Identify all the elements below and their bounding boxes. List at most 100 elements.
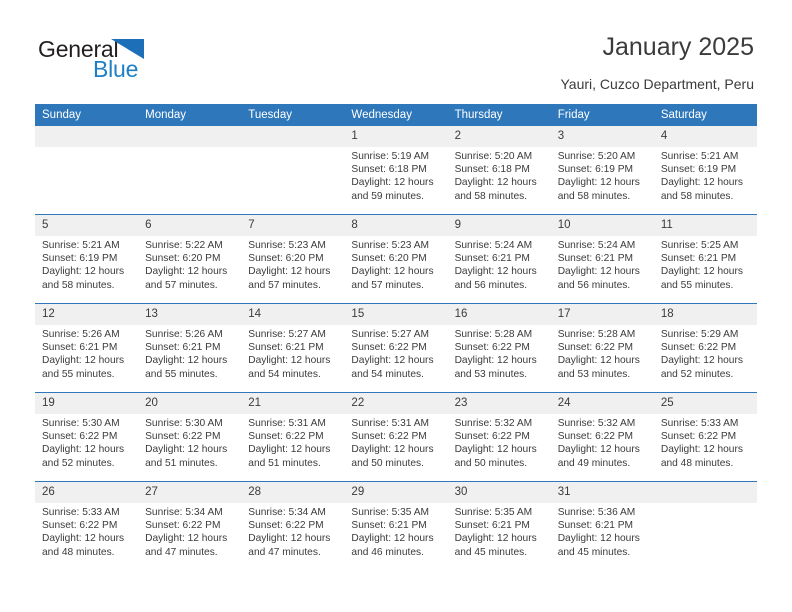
day-cell-inner: 12 Sunrise: 5:26 AM Sunset: 6:21 PM Dayligh…: [35, 304, 139, 392]
calendar-day-cell[interactable]: 6 Sunrise: 5:22 AM Sunset: 6:20 PM Daylight…: [138, 214, 242, 304]
sun-info: Sunrise: 5:30 AM Sunset: 6:22 PM Daylight:…: [138, 414, 241, 470]
sunrise-time: Sunrise: 5:20 AM: [454, 151, 533, 162]
calendar-day-cell[interactable]: 7 Sunrise: 5:23 AM Sunset: 6:20 PM Daylight…: [241, 214, 345, 304]
daylight-line-1: Daylight: 12 hours: [248, 355, 331, 367]
sun-info: Sunrise: 5:21 AM Sunset: 6:19 PM Daylight:…: [654, 147, 757, 203]
day-number: 26: [35, 482, 139, 503]
sunset-time: Sunset: 6:22 PM: [454, 431, 530, 443]
day-number: [653, 482, 757, 503]
calendar-day-cell[interactable]: 29 Sunrise: 5:35 AM Sunset: 6:21 PM Dayligh…: [344, 481, 448, 570]
calendar-day-cell[interactable]: 23 Sunrise: 5:32 AM Sunset: 6:22 PM Dayligh…: [447, 392, 551, 482]
daylight-line-2: and 50 minutes.: [351, 457, 424, 469]
calendar-day-cell[interactable]: 30 Sunrise: 5:35 AM Sunset: 6:21 PM Dayligh…: [447, 481, 551, 570]
sunrise-time: Sunrise: 5:34 AM: [145, 507, 223, 518]
sunset-time: Sunset: 6:22 PM: [660, 342, 737, 354]
general-blue-logo[interactable]: General Blue: [38, 36, 168, 84]
sunrise-time: Sunrise: 5:31 AM: [351, 418, 430, 429]
calendar-day-cell[interactable]: 13 Sunrise: 5:26 AM Sunset: 6:21 PM Dayligh…: [138, 303, 242, 393]
calendar-day-cell[interactable]: 1 Sunrise: 5:19 AM Sunset: 6:18 PM Daylight…: [344, 126, 448, 215]
day-cell-inner: 24 Sunrise: 5:32 AM Sunset: 6:22 PM Dayligh…: [550, 393, 654, 481]
calendar-day-cell[interactable]: 22 Sunrise: 5:31 AM Sunset: 6:22 PM Dayligh…: [344, 392, 448, 482]
calendar-day-cell[interactable]: 11 Sunrise: 5:25 AM Sunset: 6:21 PM Dayligh…: [653, 214, 757, 304]
sun-info: Sunrise: 5:35 AM Sunset: 6:21 PM Daylight:…: [344, 503, 447, 559]
day-number: [138, 126, 242, 147]
calendar-day-cell[interactable]: 19 Sunrise: 5:30 AM Sunset: 6:22 PM Dayligh…: [35, 392, 139, 482]
daylight-line-1: Daylight: 12 hours: [145, 266, 228, 278]
day-cell-inner: 29 Sunrise: 5:35 AM Sunset: 6:21 PM Dayligh…: [344, 482, 448, 570]
calendar-day-cell[interactable]: 16 Sunrise: 5:28 AM Sunset: 6:22 PM Dayligh…: [447, 303, 551, 393]
sun-info: Sunrise: 5:32 AM Sunset: 6:22 PM Daylight:…: [448, 414, 551, 470]
daylight-line-1: Daylight: 12 hours: [660, 266, 743, 278]
daylight-line-1: Daylight: 12 hours: [248, 444, 331, 456]
calendar-day-cell[interactable]: 17 Sunrise: 5:28 AM Sunset: 6:22 PM Dayligh…: [550, 303, 654, 393]
sunrise-time: Sunrise: 5:29 AM: [660, 329, 739, 340]
day-number: 5: [35, 215, 139, 236]
daylight-line-2: and 47 minutes.: [145, 546, 218, 558]
daylight-line-2: and 52 minutes.: [660, 368, 734, 380]
sun-info: Sunrise: 5:28 AM Sunset: 6:22 PM Daylight:…: [448, 325, 551, 381]
sunset-time: Sunset: 6:22 PM: [248, 520, 324, 532]
calendar-day-cell[interactable]: 28 Sunrise: 5:34 AM Sunset: 6:22 PM Dayligh…: [241, 481, 345, 570]
weekday-header-sunday: Sunday: [35, 104, 139, 126]
day-cell-inner: 17 Sunrise: 5:28 AM Sunset: 6:22 PM Dayligh…: [550, 304, 654, 392]
sun-info: Sunrise: 5:32 AM Sunset: 6:22 PM Daylight:…: [551, 414, 654, 470]
daylight-line-1: Daylight: 12 hours: [351, 355, 434, 367]
day-cell-inner: 15 Sunrise: 5:27 AM Sunset: 6:22 PM Dayligh…: [344, 304, 448, 392]
calendar-day-cell[interactable]: 2 Sunrise: 5:20 AM Sunset: 6:18 PM Daylight…: [447, 126, 551, 215]
sun-info: Sunrise: 5:28 AM Sunset: 6:22 PM Daylight:…: [551, 325, 654, 381]
calendar-day-cell[interactable]: 3 Sunrise: 5:20 AM Sunset: 6:19 PM Daylight…: [550, 126, 654, 215]
day-cell-inner: 9 Sunrise: 5:24 AM Sunset: 6:21 PM Daylight…: [447, 215, 551, 303]
sunrise-time: Sunrise: 5:28 AM: [557, 329, 636, 340]
calendar-body: 1 Sunrise: 5:19 AM Sunset: 6:18 PM Daylight…: [35, 126, 757, 570]
day-number: 17: [550, 304, 654, 325]
calendar-day-cell[interactable]: 5 Sunrise: 5:21 AM Sunset: 6:19 PM Daylight…: [35, 214, 139, 304]
day-cell-inner: 8 Sunrise: 5:23 AM Sunset: 6:20 PM Daylight…: [344, 215, 448, 303]
calendar-day-cell[interactable]: 4 Sunrise: 5:21 AM Sunset: 6:19 PM Daylight…: [653, 126, 757, 215]
sunset-time: Sunset: 6:22 PM: [145, 431, 221, 443]
sunset-time: Sunset: 6:22 PM: [351, 431, 427, 443]
daylight-line-1: Daylight: 12 hours: [660, 444, 743, 456]
calendar-day-cell[interactable]: 27 Sunrise: 5:34 AM Sunset: 6:22 PM Dayligh…: [138, 481, 242, 570]
calendar-day-cell[interactable]: 21 Sunrise: 5:31 AM Sunset: 6:22 PM Dayligh…: [241, 392, 345, 482]
day-number: 14: [241, 304, 345, 325]
sunrise-time: Sunrise: 5:32 AM: [557, 418, 636, 429]
calendar-day-cell[interactable]: 15 Sunrise: 5:27 AM Sunset: 6:22 PM Dayligh…: [344, 303, 448, 393]
day-cell-inner: [138, 126, 242, 214]
calendar-day-cell[interactable]: 24 Sunrise: 5:32 AM Sunset: 6:22 PM Dayligh…: [550, 392, 654, 482]
calendar-day-cell[interactable]: 18 Sunrise: 5:29 AM Sunset: 6:22 PM Dayligh…: [653, 303, 757, 393]
sunrise-time: Sunrise: 5:32 AM: [454, 418, 533, 429]
sunrise-time: Sunrise: 5:23 AM: [248, 240, 326, 251]
day-number: 24: [550, 393, 654, 414]
calendar-day-cell[interactable]: 25 Sunrise: 5:33 AM Sunset: 6:22 PM Dayligh…: [653, 392, 757, 482]
logo-text-blue: Blue: [93, 56, 139, 82]
day-cell-inner: 30 Sunrise: 5:35 AM Sunset: 6:21 PM Dayligh…: [447, 482, 551, 570]
calendar-day-cell[interactable]: 31 Sunrise: 5:36 AM Sunset: 6:21 PM Dayligh…: [550, 481, 654, 570]
calendar-day-cell[interactable]: 9 Sunrise: 5:24 AM Sunset: 6:21 PM Daylight…: [447, 214, 551, 304]
sun-info: Sunrise: 5:20 AM Sunset: 6:19 PM Daylight:…: [551, 147, 654, 203]
daylight-line-1: Daylight: 12 hours: [557, 444, 640, 456]
day-cell-inner: 13 Sunrise: 5:26 AM Sunset: 6:21 PM Dayligh…: [138, 304, 242, 392]
calendar-day-cell[interactable]: 26 Sunrise: 5:33 AM Sunset: 6:22 PM Dayligh…: [35, 481, 139, 570]
day-number: 23: [447, 393, 551, 414]
daylight-line-2: and 57 minutes.: [145, 279, 218, 291]
day-number: 28: [241, 482, 345, 503]
calendar-day-cell[interactable]: 10 Sunrise: 5:24 AM Sunset: 6:21 PM Dayligh…: [550, 214, 654, 304]
calendar-day-cell[interactable]: 12 Sunrise: 5:26 AM Sunset: 6:21 PM Dayligh…: [35, 303, 139, 393]
daylight-line-1: Daylight: 12 hours: [351, 533, 434, 545]
calendar-day-cell[interactable]: 14 Sunrise: 5:27 AM Sunset: 6:21 PM Dayligh…: [241, 303, 345, 393]
calendar-day-cell[interactable]: 8 Sunrise: 5:23 AM Sunset: 6:20 PM Daylight…: [344, 214, 448, 304]
sunset-time: Sunset: 6:21 PM: [145, 342, 221, 354]
sun-info: Sunrise: 5:23 AM Sunset: 6:20 PM Daylight:…: [344, 236, 447, 292]
daylight-line-1: Daylight: 12 hours: [248, 533, 331, 545]
daylight-line-1: Daylight: 12 hours: [351, 177, 434, 189]
calendar-week-row: 26 Sunrise: 5:33 AM Sunset: 6:22 PM Dayligh…: [35, 481, 757, 570]
calendar-day-cell[interactable]: 20 Sunrise: 5:30 AM Sunset: 6:22 PM Dayligh…: [138, 392, 242, 482]
page-title: January 2025: [602, 33, 754, 61]
sunset-time: Sunset: 6:22 PM: [42, 520, 118, 532]
sunrise-time: Sunrise: 5:21 AM: [42, 240, 120, 251]
daylight-line-2: and 58 minutes.: [454, 190, 528, 202]
sunrise-time: Sunrise: 5:28 AM: [454, 329, 533, 340]
weekday-header-row: Sunday Monday Tuesday Wednesday Thursday Frid…: [35, 104, 757, 126]
day-cell-inner: 20 Sunrise: 5:30 AM Sunset: 6:22 PM Dayligh…: [138, 393, 242, 481]
daylight-line-1: Daylight: 12 hours: [454, 177, 537, 189]
